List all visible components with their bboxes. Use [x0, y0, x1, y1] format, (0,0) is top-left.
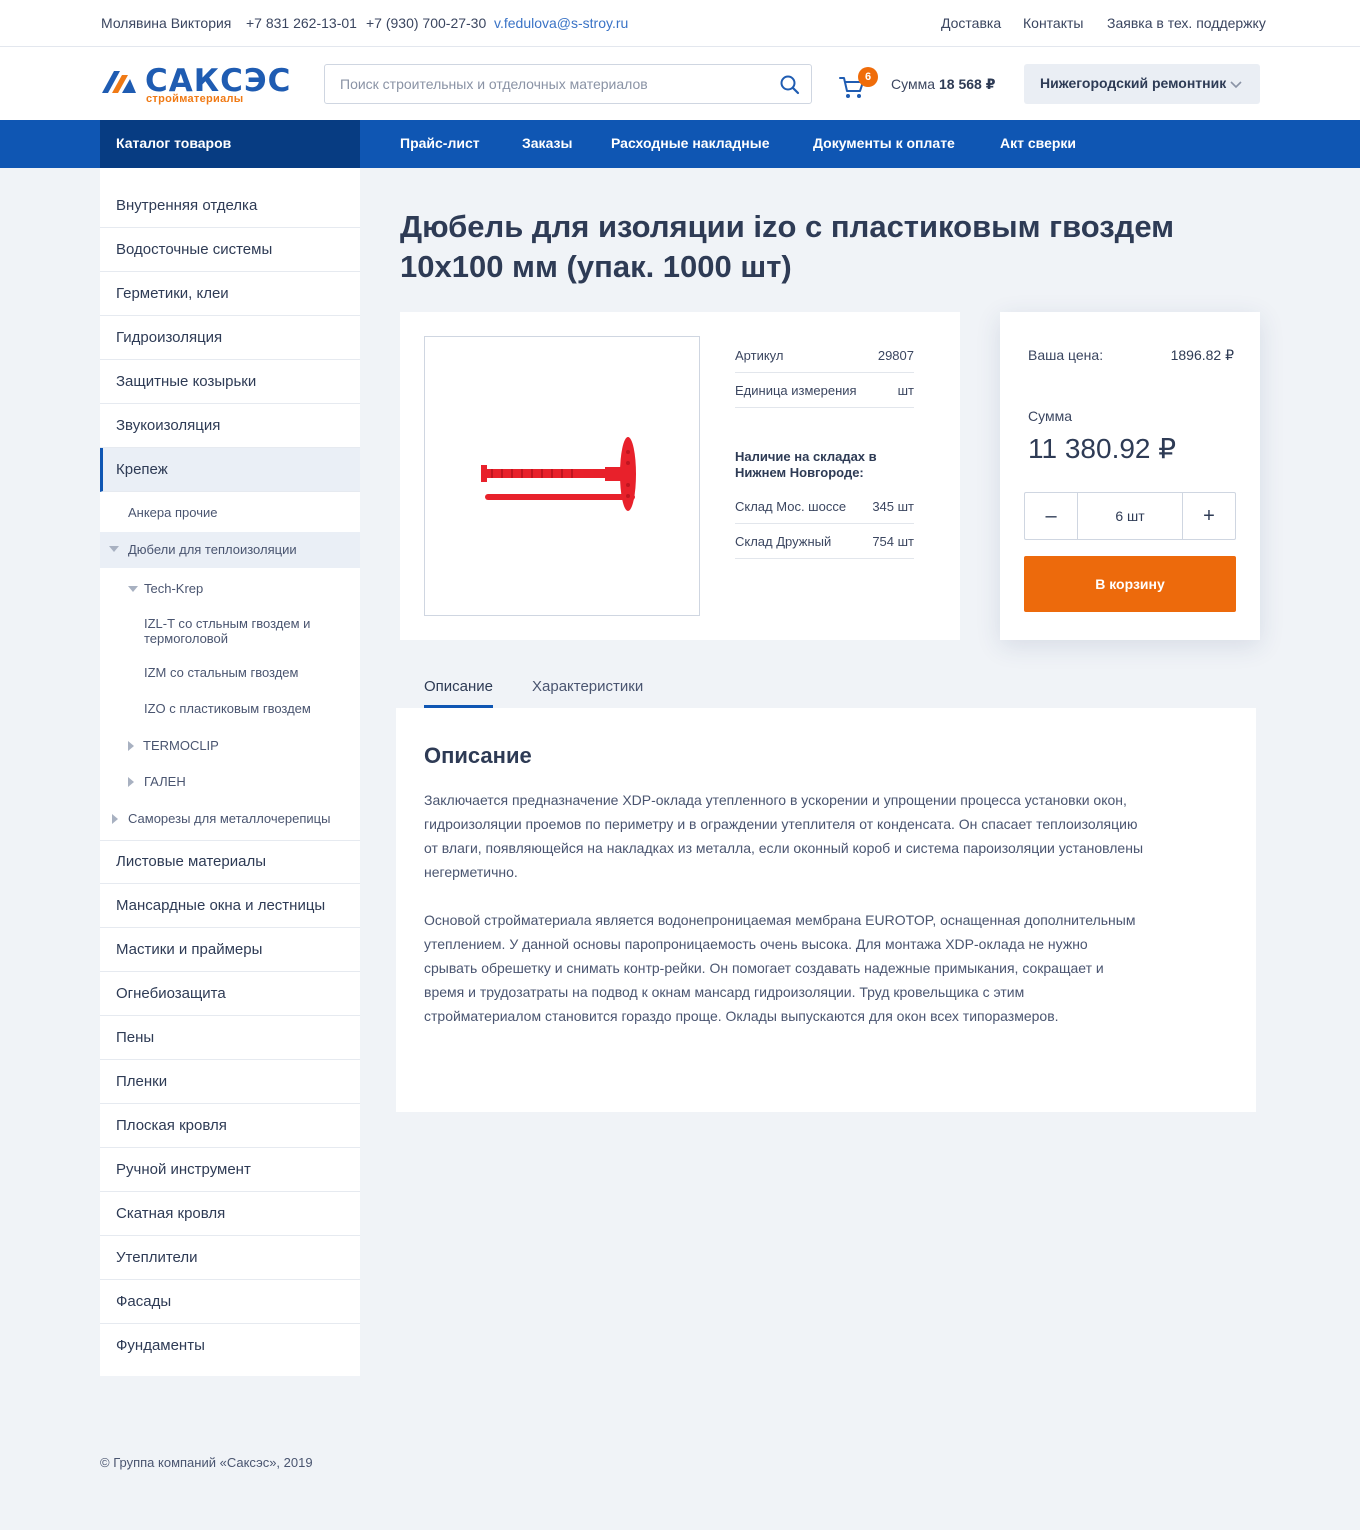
sidebar-item[interactable]: Защитные козырьки: [100, 360, 360, 404]
search-input[interactable]: [340, 74, 760, 94]
brand-techkrep[interactable]: Tech-Krep: [144, 581, 203, 596]
cart-button[interactable]: 6: [838, 67, 878, 99]
buy-box: Ваша цена: 1896.82 ₽ Сумма 11 380.92 ₽ –…: [1000, 312, 1260, 640]
organization-label: Нижегородский ремонтник: [1040, 75, 1227, 91]
product-izl-t[interactable]: IZL-T со стльным гвоздем и термоголовой: [144, 616, 334, 646]
logo-subtitle: стройматериалы: [146, 93, 244, 105]
sidebar-item[interactable]: Скатная кровля: [100, 1192, 360, 1236]
brand-termoclip[interactable]: TERMOCLIP: [143, 738, 219, 753]
warehouse-qty: 345 шт: [872, 499, 914, 514]
nav-reconciliation[interactable]: Акт сверки: [1000, 135, 1076, 151]
logo-mark-icon: [102, 71, 136, 93]
sidebar-item[interactable]: Листовые материалы: [100, 840, 360, 884]
sidebar-item[interactable]: Огнебиозащита: [100, 972, 360, 1016]
product-izm[interactable]: IZM со стальным гвоздем: [144, 665, 298, 680]
dowel-image: [481, 437, 636, 511]
page-title: Дюбель для изоляции izo с пластиковым гв…: [400, 209, 1175, 284]
search-box: [324, 64, 812, 104]
quantity-value[interactable]: 6 шт: [1078, 493, 1182, 539]
warehouse-qty: 754 шт: [872, 534, 914, 549]
warehouse-name: Склад Мос. шоссе: [735, 499, 847, 514]
subcategory-dowels-row[interactable]: Дюбели для теплоизоляции: [100, 532, 360, 568]
stock-title: Наличие на складах в Нижнем Новгороде:: [735, 449, 877, 480]
caret-down-icon: [128, 586, 138, 592]
contacts-link[interactable]: Контакты: [1023, 15, 1083, 31]
nav-payment-docs[interactable]: Документы к оплате: [813, 135, 955, 151]
your-price-value: 1896.82 ₽: [1170, 347, 1234, 363]
sidebar-item[interactable]: Фундаменты: [100, 1324, 360, 1368]
logo[interactable]: САКСЭС стройматериалы: [100, 63, 290, 105]
unit-label: Единица измерения: [735, 383, 857, 398]
description-paragraph: Основой стройматериала является водонепр…: [424, 912, 1136, 1024]
warehouse-name: Склад Дружный: [735, 534, 832, 549]
subcategory-anchors[interactable]: Анкера прочие: [128, 505, 217, 520]
phone-2[interactable]: +7 (930) 700-27-30: [366, 15, 486, 31]
cart-count-badge: 6: [858, 67, 878, 87]
sidebar-item-active[interactable]: Крепеж: [100, 448, 360, 492]
sidebar-item[interactable]: Внутренняя отделка: [100, 184, 360, 228]
top-bar: Молявина Виктория +7 831 262-13-01 +7 (9…: [0, 0, 1360, 47]
tab-description[interactable]: Описание: [424, 678, 494, 708]
caret-right-icon: [128, 741, 134, 751]
organization-select[interactable]: Нижегородский ремонтник: [1024, 64, 1260, 104]
caret-down-icon: [109, 546, 119, 552]
your-price-label: Ваша цена:: [1028, 347, 1104, 363]
attr-unit: Единица измерения шт: [735, 373, 914, 408]
product-card: Артикул 29807 Единица измерения шт Налич…: [400, 312, 960, 640]
product-izo[interactable]: IZO с пластиковым гвоздем: [144, 701, 311, 716]
tab-characteristics[interactable]: Характеристики: [532, 678, 643, 708]
catalog-sidebar: Внутренняя отделка Водосточные системы Г…: [100, 168, 360, 1376]
cart-sum-value: 18 568 ₽: [939, 76, 996, 92]
description-panel: Описание Заключается предназначение XDP-…: [396, 708, 1256, 1112]
sidebar-item[interactable]: Мастики и праймеры: [100, 928, 360, 972]
header: САКСЭС стройматериалы 6 Сумма18 568 ₽ Ни…: [0, 47, 1360, 120]
delivery-link[interactable]: Доставка: [941, 15, 1001, 31]
add-to-cart-button[interactable]: В корзину: [1024, 556, 1236, 612]
sidebar-item[interactable]: Ручной инструмент: [100, 1148, 360, 1192]
user-name[interactable]: Молявина Виктория: [101, 15, 231, 31]
stock-row: Склад Дружный 754 шт: [735, 524, 914, 559]
unit-value: шт: [897, 383, 914, 398]
description-title: Описание: [424, 743, 532, 768]
nav-price-list[interactable]: Прайс-лист: [400, 135, 480, 151]
caret-right-icon: [128, 777, 134, 787]
brand-galen[interactable]: ГАЛЕН: [144, 774, 186, 789]
article-value: 29807: [877, 348, 914, 363]
sum-value: 11 380.92 ₽: [1028, 433, 1177, 464]
sidebar-item[interactable]: Пены: [100, 1016, 360, 1060]
decrease-button[interactable]: –: [1025, 493, 1078, 539]
sidebar-item[interactable]: Пленки: [100, 1060, 360, 1104]
email-link[interactable]: v.fedulova@s-stroy.ru: [494, 15, 628, 31]
article-label: Артикул: [735, 348, 784, 363]
description-paragraph: Заключается предназначение XDP-оклада ут…: [424, 792, 1144, 880]
footer-copyright: © Группа компаний «Саксэс», 2019: [100, 1455, 313, 1470]
quantity-stepper: – 6 шт +: [1024, 492, 1236, 540]
cart-sum-label: Сумма: [891, 76, 935, 92]
sidebar-item[interactable]: Мансардные окна и лестницы: [100, 884, 360, 928]
sidebar-item[interactable]: Плоская кровля: [100, 1104, 360, 1148]
nav-orders[interactable]: Заказы: [522, 135, 572, 151]
sidebar-item[interactable]: Гидроизоляция: [100, 316, 360, 360]
sidebar-item[interactable]: Герметики, клеи: [100, 272, 360, 316]
support-request-link[interactable]: Заявка в тех. поддержку: [1107, 15, 1266, 31]
product-image[interactable]: [424, 336, 700, 616]
sidebar-item[interactable]: Утеплители: [100, 1236, 360, 1280]
chevron-down-icon: [1230, 81, 1242, 89]
cart-sum: Сумма 18 568 ₽: [891, 76, 995, 93]
search-icon[interactable]: [779, 74, 801, 96]
caret-right-icon: [112, 814, 118, 824]
nav-invoices[interactable]: Расходные накладные: [611, 135, 770, 151]
subcategory-dowels: Дюбели для теплоизоляции: [128, 542, 297, 557]
sidebar-item[interactable]: Фасады: [100, 1280, 360, 1324]
catalog-button[interactable]: Каталог товаров: [100, 120, 360, 168]
increase-button[interactable]: +: [1182, 493, 1235, 539]
sidebar-item[interactable]: Водосточные системы: [100, 228, 360, 272]
sidebar-item[interactable]: Звукоизоляция: [100, 404, 360, 448]
sum-label: Сумма: [1028, 408, 1072, 424]
phone-1[interactable]: +7 831 262-13-01: [246, 15, 357, 31]
attr-article: Артикул 29807: [735, 338, 914, 373]
stock-row: Склад Мос. шоссе 345 шт: [735, 489, 914, 524]
main-nav: Каталог товаров Прайс-лист Заказы Расход…: [0, 120, 1360, 168]
subcategory-screws[interactable]: Саморезы для металлочерепицы: [128, 811, 330, 826]
